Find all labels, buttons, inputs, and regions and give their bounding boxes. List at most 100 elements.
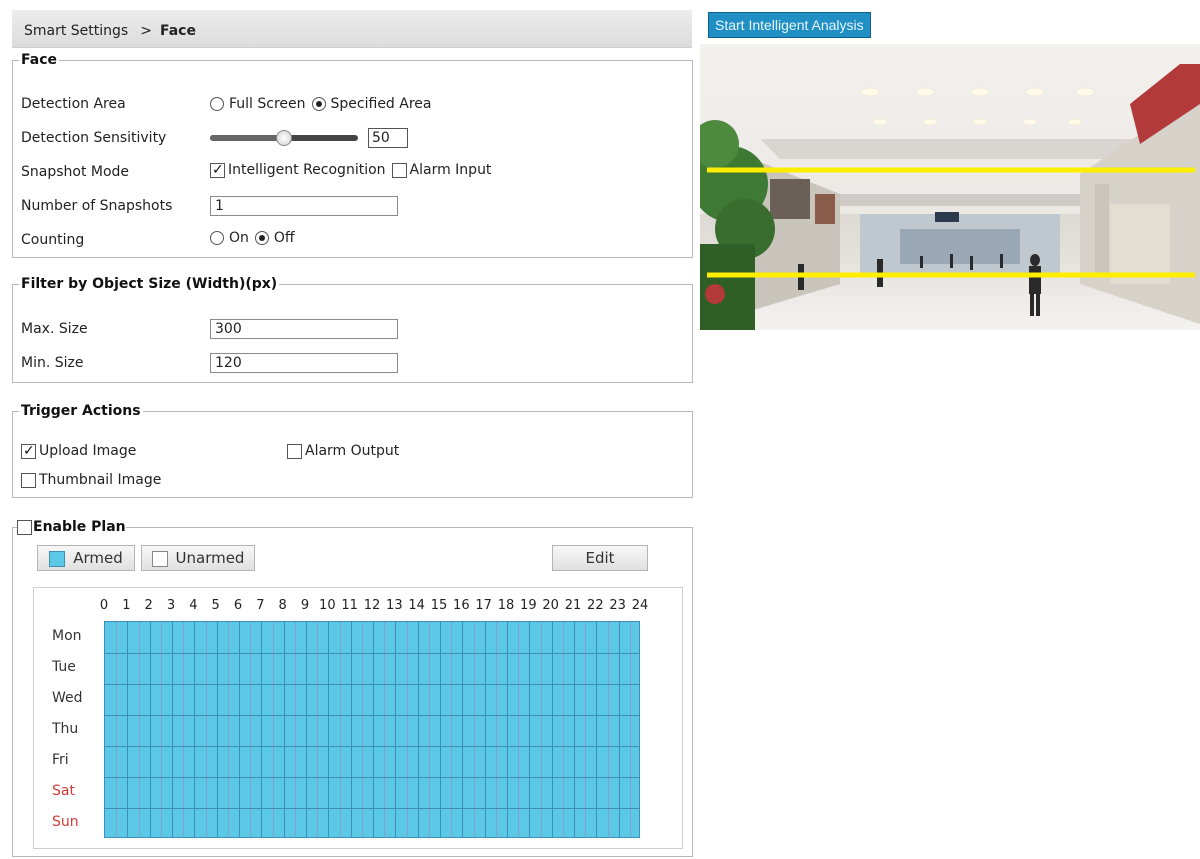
grid-half-hour-line (160, 622, 162, 837)
schedule-grid[interactable] (104, 621, 640, 838)
grid-day-line (105, 808, 639, 809)
grid-hour-line (127, 622, 129, 837)
grid-hour-line (172, 622, 173, 837)
camera-live-view[interactable] (700, 44, 1200, 330)
grid-day-line (105, 653, 639, 654)
max-size-control: 300 (210, 317, 398, 341)
min-size-input[interactable]: 120 (210, 353, 398, 373)
intelligent-recognition-label: Intelligent Recognition (228, 162, 386, 178)
grid-half-hour-line (205, 622, 207, 837)
thumbnail-image-checkbox[interactable] (21, 472, 36, 488)
grid-hour-line (350, 622, 352, 837)
grid-hour-line (529, 622, 531, 837)
grid-hour-line (239, 622, 240, 837)
hour-label: 17 (475, 598, 492, 613)
hour-label: 18 (497, 598, 515, 613)
hour-label: 10 (319, 598, 336, 613)
thumbnail-image-option[interactable]: Thumbnail Image (21, 468, 161, 492)
max-size-input[interactable]: 300 (210, 319, 398, 339)
radio-full-screen[interactable] (210, 97, 224, 111)
grid-half-hour-line (540, 622, 542, 837)
snapshot-mode-label: Snapshot Mode (21, 164, 130, 180)
grid-hour-line (328, 622, 330, 837)
start-intelligent-analysis-button[interactable]: Start Intelligent Analysis (708, 12, 871, 38)
day-label-sat: Sat (52, 782, 75, 799)
trigger-section: Trigger Actions Upload Image Alarm Outpu… (12, 403, 693, 498)
detection-sensitivity-control: 50 (210, 126, 408, 150)
intelligent-recognition-option[interactable]: Intelligent Recognition (210, 158, 386, 182)
grid-half-hour-line (495, 622, 497, 837)
enable-plan-checkbox[interactable] (17, 519, 32, 535)
grid-half-hour-line (317, 622, 319, 837)
hour-label: 19 (520, 598, 537, 613)
grid-half-hour-line (361, 622, 363, 837)
grid-half-hour-line (116, 622, 118, 837)
grid-hour-line (395, 622, 397, 837)
intelligent-recognition-checkbox[interactable] (210, 162, 225, 178)
hour-label: 3 (166, 598, 176, 613)
hour-label: 9 (300, 598, 310, 613)
breadcrumb-current: Face (159, 23, 196, 39)
grid-half-hour-line (138, 622, 140, 837)
radio-counting-off[interactable] (254, 231, 269, 245)
grid-half-hour-line (183, 622, 185, 837)
breadcrumb-separator: > (140, 23, 152, 39)
alarm-input-option[interactable]: Alarm Input (391, 158, 491, 182)
specified-area-label: Specified Area (330, 96, 432, 112)
grid-half-hour-line (294, 622, 296, 837)
grid-half-hour-line (250, 622, 252, 837)
grid-hour-line (574, 622, 575, 837)
hour-label: 15 (430, 598, 448, 613)
mall-scene-image (700, 44, 1200, 330)
hour-label: 16 (453, 598, 470, 613)
plan-legend: Enable Plan (17, 519, 126, 535)
unarmed-button[interactable]: Unarmed (141, 545, 255, 571)
day-label-sun: Sun (52, 813, 79, 830)
detection-area-specified-area[interactable]: Specified Area (311, 92, 432, 116)
counting-off-option[interactable]: Off (254, 226, 295, 250)
upload-image-option[interactable]: Upload Image (21, 439, 136, 463)
number-of-snapshots-control: 1 (210, 194, 398, 218)
grid-half-hour-line (607, 622, 609, 837)
alarm-output-label: Alarm Output (305, 443, 400, 459)
trigger-legend: Trigger Actions (21, 403, 141, 419)
upload-image-checkbox[interactable] (21, 443, 36, 459)
min-size-label: Min. Size (21, 355, 84, 371)
hour-label: 0 (99, 598, 109, 613)
slider-fill (210, 135, 284, 141)
snapshot-mode-control: Intelligent Recognition Alarm Input (210, 158, 497, 182)
alarm-output-checkbox[interactable] (287, 443, 302, 459)
hour-label: 22 (587, 598, 604, 613)
sensitivity-slider[interactable] (210, 130, 358, 146)
alarm-output-option[interactable]: Alarm Output (287, 439, 399, 463)
grid-hour-line (507, 622, 508, 837)
grid-hour-line (306, 622, 307, 837)
grid-half-hour-line (339, 622, 341, 837)
hour-label: 13 (386, 598, 403, 613)
grid-hour-line (462, 622, 464, 837)
radio-counting-on[interactable] (210, 231, 224, 245)
grid-hour-line (261, 622, 263, 837)
preview-panel: Start Intelligent Analysis (700, 0, 1200, 859)
slider-knob[interactable] (276, 130, 292, 146)
detection-area-control: Full Screen Specified Area (210, 92, 438, 116)
armed-button[interactable]: Armed (37, 545, 135, 571)
unarmed-swatch (151, 550, 168, 567)
full-screen-label: Full Screen (229, 96, 306, 112)
edit-button[interactable]: Edit (552, 545, 648, 571)
sensitivity-value-input[interactable]: 50 (368, 128, 408, 148)
counting-on-label: On (229, 230, 249, 246)
grid-half-hour-line (518, 622, 520, 837)
hour-label: 6 (233, 598, 243, 613)
filter-legend: Filter by Object Size (Width)(px) (21, 276, 278, 292)
face-section: Face Detection Area Full Screen Specifie… (12, 52, 693, 258)
counting-on-option[interactable]: On (210, 226, 249, 250)
detection-area-full-screen[interactable]: Full Screen (210, 92, 306, 116)
schedule-table: 0 1 2 3 4 5 6 7 8 9 10 11 12 13 14 15 16 17 18 19 20 21 22 23 24… (33, 587, 683, 849)
alarm-input-checkbox[interactable] (391, 162, 407, 178)
number-of-snapshots-input[interactable]: 1 (210, 196, 398, 216)
counting-off-label: Off (273, 230, 295, 246)
grid-day-line (105, 715, 639, 716)
breadcrumb-parent[interactable]: Smart Settings (24, 23, 128, 39)
radio-specified-area[interactable] (311, 97, 326, 111)
